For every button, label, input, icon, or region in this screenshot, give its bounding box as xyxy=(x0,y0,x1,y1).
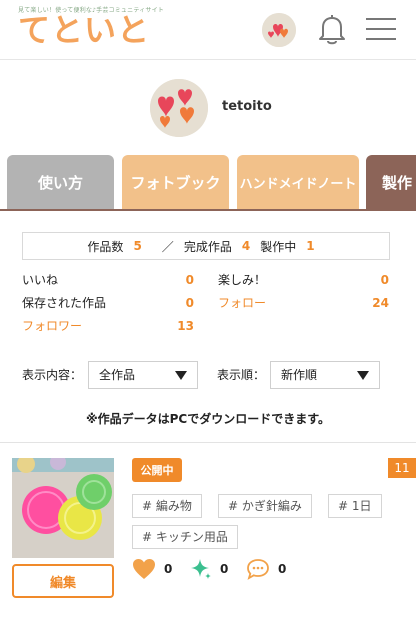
tab-photobook[interactable]: フォトブック xyxy=(122,155,229,209)
sparkle-reaction[interactable]: 0 xyxy=(190,557,228,581)
hamburger-menu-icon[interactable] xyxy=(366,16,396,42)
comment-bubble-icon xyxy=(247,559,269,580)
edit-button[interactable]: 編集 xyxy=(12,564,114,598)
dropdown-arrow-icon xyxy=(175,371,187,380)
count-separator: ／ xyxy=(161,239,174,254)
like-reaction[interactable]: 0 xyxy=(132,557,172,581)
saved-value: 0 xyxy=(185,296,194,310)
bell-icon[interactable] xyxy=(317,12,347,46)
display-filter-value: 全作品 xyxy=(99,368,136,382)
works-value: 5 xyxy=(133,239,142,253)
divider xyxy=(0,442,416,443)
work-thumbnail[interactable] xyxy=(12,458,114,558)
like-value: 0 xyxy=(185,273,194,287)
tab-production[interactable]: 製作 xyxy=(366,155,416,209)
follow-value[interactable]: 24 xyxy=(345,294,389,312)
tab-handmade-note[interactable]: ハンドメイドノート xyxy=(237,155,359,209)
dropdown-arrow-icon xyxy=(357,371,369,380)
in-progress-value: 1 xyxy=(306,239,315,253)
status-badge: 公開中 xyxy=(132,458,182,482)
site-logo[interactable]: てといと xyxy=(18,10,150,50)
sparkle-icon xyxy=(191,559,211,579)
tag-kitchen-goods[interactable]: # キッチン用品 xyxy=(132,525,238,549)
header: 見て楽しい！使って便利な♪手芸コミュニティサイト てといと xyxy=(0,0,416,60)
profile-username: tetoito xyxy=(222,99,272,114)
download-note: ※作品データはPCでダウンロードできます。 xyxy=(85,412,331,426)
display-filter-select[interactable]: 全作品 xyxy=(88,361,198,389)
tag-crochet[interactable]: # かぎ針編み xyxy=(218,494,312,518)
in-progress-label: 製作中 xyxy=(260,239,297,254)
tag-one-day[interactable]: # 1日 xyxy=(328,494,382,518)
like-label: いいね xyxy=(22,273,59,287)
sparkle-count: 0 xyxy=(220,562,229,576)
follower-value[interactable]: 13 xyxy=(150,317,194,335)
comment-reaction[interactable]: 0 xyxy=(246,557,286,581)
tab-usage[interactable]: 使い方 xyxy=(7,155,114,209)
order-filter-label: 表示順： xyxy=(217,368,266,382)
follower-link[interactable]: フォロワー xyxy=(22,317,82,335)
completed-value: 4 xyxy=(241,239,251,253)
header-avatar[interactable] xyxy=(262,13,296,47)
tab-underline xyxy=(0,209,416,211)
order-filter-value: 新作順 xyxy=(281,368,318,382)
tag-knitting[interactable]: # 編み物 xyxy=(132,494,202,518)
work-count-summary: 作品数 5 ／ 完成作品 4 製作中 1 xyxy=(22,232,390,260)
profile-avatar[interactable] xyxy=(150,79,208,137)
saved-label: 保存された作品 xyxy=(22,296,107,310)
order-filter-select[interactable]: 新作順 xyxy=(270,361,380,389)
comment-count: 0 xyxy=(278,562,287,576)
heart-icon xyxy=(133,559,155,579)
completed-label: 完成作品 xyxy=(183,239,232,254)
tab-bar: 使い方 フォトブック ハンドメイドノート 製作 xyxy=(0,155,416,211)
looking-forward-value: 0 xyxy=(380,273,389,287)
follow-link[interactable]: フォロー xyxy=(218,294,266,312)
like-count: 0 xyxy=(164,562,173,576)
looking-forward-label: 楽しみ！ xyxy=(218,273,267,287)
corner-badge[interactable]: 11 xyxy=(388,458,416,478)
works-label: 作品数 xyxy=(87,239,124,254)
display-filter-label: 表示内容： xyxy=(22,368,83,382)
